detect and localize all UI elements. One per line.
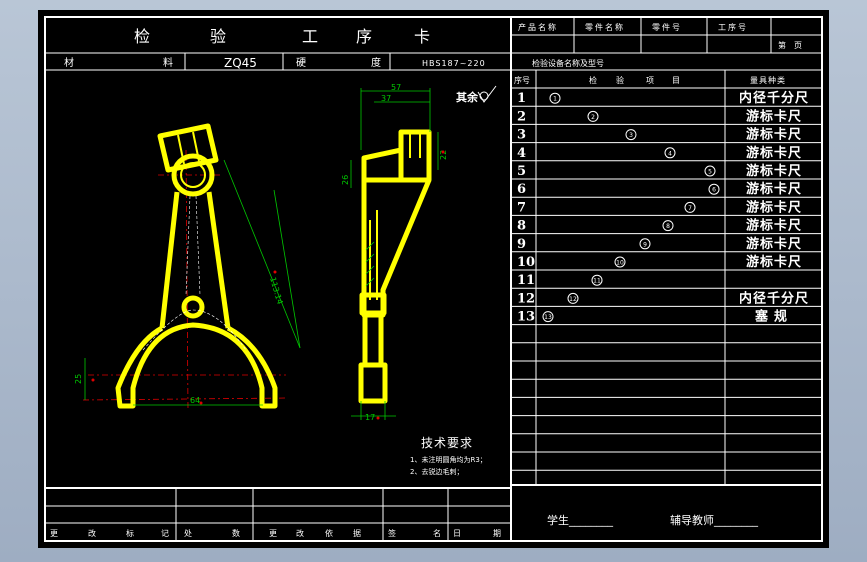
row-number: 11 xyxy=(517,273,535,288)
footer-label: 处 xyxy=(184,528,192,538)
footer-label: 改 xyxy=(296,528,304,538)
revision-block: 更 改 标 记 处 数 更 改 依 据 签 名 日 期 xyxy=(45,487,511,541)
dim-side-left: 26 xyxy=(341,175,350,185)
row-number: 1 xyxy=(517,91,526,106)
tech-note: 2、去锐边毛刺； xyxy=(410,467,463,476)
footer-label: 签 xyxy=(388,528,396,538)
item-number: 1 xyxy=(553,96,557,103)
header-item: 项 xyxy=(646,76,654,85)
footer-label: 记 xyxy=(161,529,169,538)
student-signature: 学生________ xyxy=(547,513,613,527)
tool-name: 游标卡尺 xyxy=(746,127,802,143)
title-char: 检 xyxy=(134,27,150,46)
tool-name: 游标卡尺 xyxy=(746,181,802,197)
item-number: 5 xyxy=(708,169,712,176)
row-number: 9 xyxy=(517,237,526,252)
footer-label: 期 xyxy=(493,529,501,538)
drawing-sheet: 检 验 工 序 卡 材 料 ZQ45 硬 度 HBS187~220 产品名称 零… xyxy=(38,10,829,548)
tool-name: 塞规 xyxy=(755,309,793,325)
product-name-label: 产品名称 xyxy=(518,22,558,32)
row-number: 4 xyxy=(517,146,526,161)
dim-side-second: 37 xyxy=(381,94,391,103)
tech-note: 1、未注明圆角均为R3； xyxy=(410,455,487,464)
process-no-label: 工序号 xyxy=(718,22,748,32)
page-label: 第 页 xyxy=(778,40,802,50)
hardness-label: 度 xyxy=(371,56,381,69)
surface-roughness-mark: 其余 xyxy=(456,85,497,104)
dim-length: 113.14 xyxy=(268,276,284,305)
row-number: 6 xyxy=(517,182,526,197)
footer-label: 据 xyxy=(353,528,361,538)
item-number: 10 xyxy=(616,260,624,267)
equipment-label: 检验设备名称及型号 xyxy=(532,58,604,68)
row-number: 2 xyxy=(517,109,526,124)
item-number: 6 xyxy=(712,187,716,194)
header-item: 检 xyxy=(589,75,597,85)
row-number: 13 xyxy=(517,310,535,325)
header-tool: 量具种类 xyxy=(750,75,786,85)
fork-side-view: 57 37 22 26 17 xyxy=(341,83,448,422)
item-number: 9 xyxy=(643,241,647,248)
dim-height: 25 xyxy=(74,374,83,384)
item-number: 2 xyxy=(591,114,595,121)
item-number: 8 xyxy=(666,223,670,230)
part-no-label: 零件号 xyxy=(652,22,682,32)
material-label: 料 xyxy=(163,56,173,69)
inspection-table: 序号 检 验 项 目 量具种类 1 1 内径千分尺2 2 游标卡尺3 3 游标卡尺4 4 游标卡… xyxy=(511,70,822,485)
footer-label: 标 xyxy=(126,528,134,538)
header-no: 序号 xyxy=(514,75,530,85)
part-name-label: 零件名称 xyxy=(585,22,625,32)
material-value: ZQ45 xyxy=(224,56,257,70)
header-item: 验 xyxy=(616,75,624,85)
row-number: 5 xyxy=(517,164,526,179)
footer-label: 更 xyxy=(269,529,277,538)
tool-name: 游标卡尺 xyxy=(746,108,802,124)
header-item: 目 xyxy=(672,76,680,85)
dim-side-bottom: 17 xyxy=(365,413,375,422)
material-label: 材 xyxy=(64,56,74,69)
teacher-signature: 辅导教师________ xyxy=(670,513,758,527)
fork-front-view: 113.14 25 64 xyxy=(74,123,301,411)
tool-name: 游标卡尺 xyxy=(746,163,802,179)
title-char: 验 xyxy=(210,27,226,46)
surface-roughness-note: 其余 xyxy=(456,90,479,104)
item-number: 4 xyxy=(668,150,672,157)
footer-label: 依 xyxy=(325,528,333,538)
tool-name: 游标卡尺 xyxy=(746,254,802,270)
item-number: 12 xyxy=(569,296,577,303)
row-number: 12 xyxy=(517,291,535,306)
row-number: 7 xyxy=(517,200,526,215)
row-number: 3 xyxy=(517,128,526,143)
footer-label: 更 xyxy=(50,529,58,538)
footer-label: 改 xyxy=(88,528,96,538)
dim-width: 64 xyxy=(190,396,200,405)
hardness-label: 硬 xyxy=(296,57,306,69)
title-char: 卡 xyxy=(414,27,430,46)
footer-label: 日 xyxy=(453,529,461,538)
row-number: 10 xyxy=(517,255,535,270)
tool-name: 内径千分尺 xyxy=(739,90,809,106)
item-number: 7 xyxy=(688,205,692,212)
footer-label: 名 xyxy=(433,528,441,538)
tech-requirements-title: 技术要求 xyxy=(421,436,473,450)
tool-name: 游标卡尺 xyxy=(746,199,802,215)
row-number: 8 xyxy=(517,219,526,234)
title-char: 序 xyxy=(356,27,372,46)
item-number: 13 xyxy=(544,314,552,321)
item-number: 3 xyxy=(629,132,633,139)
tool-name: 游标卡尺 xyxy=(746,236,802,252)
item-number: 11 xyxy=(593,278,601,285)
dim-side-top: 57 xyxy=(391,83,401,92)
title-char: 工 xyxy=(302,27,318,46)
tool-name: 内径千分尺 xyxy=(739,290,809,306)
tool-name: 游标卡尺 xyxy=(746,145,802,161)
footer-label: 数 xyxy=(232,528,240,538)
tool-name: 游标卡尺 xyxy=(746,218,802,234)
hardness-value: HBS187~220 xyxy=(422,59,486,68)
inspection-card-drawing: 检 验 工 序 卡 材 料 ZQ45 硬 度 HBS187~220 产品名称 零… xyxy=(44,16,823,542)
